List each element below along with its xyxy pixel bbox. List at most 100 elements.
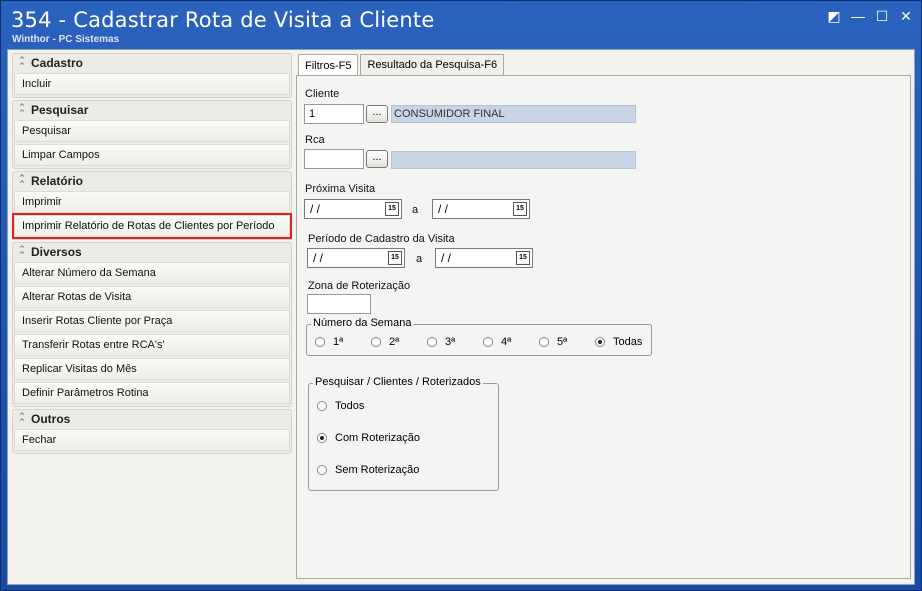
pesquisar-radio-sem-roterizacao[interactable]: Sem Roterização xyxy=(317,464,419,476)
radio-label: Com Roterização xyxy=(335,432,420,444)
radio-label: 3ª xyxy=(445,336,456,348)
restore-icon[interactable]: ◩ xyxy=(827,8,841,24)
title-bar: 354 - Cadastrar Rota de Visita a Cliente… xyxy=(1,1,921,47)
chevron-up-icon[interactable]: ⌃ ⌃ xyxy=(16,412,28,427)
chevron-up-icon[interactable]: ⌃ ⌃ xyxy=(16,174,28,189)
sidebar-item-imprimir[interactable]: Imprimir xyxy=(14,191,290,213)
sidebar-item-inserir-rotas-praca[interactable]: Inserir Rotas Cliente por Praça xyxy=(14,310,290,332)
range-separator: a xyxy=(416,253,423,265)
client-area: ⌃ ⌃ Cadastro Incluir ⌃ ⌃ Pesquisar Pesquisar… xyxy=(7,49,915,585)
semana-radio-1[interactable]: 1ª xyxy=(315,336,343,348)
radio-icon xyxy=(371,337,381,347)
proxima-visita-end-input[interactable]: / / 15 xyxy=(432,199,530,219)
radio-icon xyxy=(315,337,325,347)
window-title: 354 - Cadastrar Rota de Visita a Cliente xyxy=(11,8,435,32)
sidebar-group-header[interactable]: ⌃ ⌃ Outros xyxy=(13,410,291,428)
group-header-label: Outros xyxy=(31,412,71,426)
sidebar-group-header[interactable]: ⌃ ⌃ Pesquisar xyxy=(13,101,291,119)
cliente-name-field: CONSUMIDOR FINAL xyxy=(391,105,636,123)
window-controls: ◩ — ☐ ✕ xyxy=(827,8,913,25)
radio-label: Todas xyxy=(613,336,643,348)
periodo-cadastro-label: Período de Cadastro da Visita xyxy=(308,233,455,245)
window-subtitle: Winthor - PC Sistemas xyxy=(12,34,120,45)
numero-semana-group: Número da Semana 1ª 2ª 3ª 4ª 5ª Todas xyxy=(306,317,652,356)
pesquisar-radio-todos[interactable]: Todos xyxy=(317,400,364,412)
sidebar-group-cadastro: ⌃ ⌃ Cadastro Incluir xyxy=(12,53,292,98)
sidebar-group-header[interactable]: ⌃ ⌃ Cadastro xyxy=(13,54,291,72)
chevron-up-icon[interactable]: ⌃ ⌃ xyxy=(16,245,28,260)
semana-radio-2[interactable]: 2ª xyxy=(371,336,399,348)
sidebar-item-limpar-campos[interactable]: Limpar Campos xyxy=(14,144,290,166)
sidebar-group-diversos: ⌃ ⌃ Diversos Alterar Número da Semana Alte… xyxy=(12,242,292,407)
filters-panel: Cliente 1 ... CONSUMIDOR FINAL Rca ... P… xyxy=(296,75,911,579)
sidebar-item-imprimir-relatorio-rotas[interactable]: Imprimir Relatório de Rotas de Clientes … xyxy=(12,213,292,239)
group-header-label: Diversos xyxy=(31,245,82,259)
radio-icon xyxy=(483,337,493,347)
sidebar-group-pesquisar: ⌃ ⌃ Pesquisar Pesquisar Limpar Campos xyxy=(12,100,292,169)
sidebar-item-replicar-visitas[interactable]: Replicar Visitas do Mês xyxy=(14,358,290,380)
sidebar-item-definir-parametros[interactable]: Definir Parâmetros Rotina xyxy=(14,382,290,404)
radio-icon xyxy=(539,337,549,347)
cliente-label: Cliente xyxy=(305,88,340,100)
sidebar: ⌃ ⌃ Cadastro Incluir ⌃ ⌃ Pesquisar Pesquisar… xyxy=(12,53,292,456)
sidebar-group-relatorio: ⌃ ⌃ Relatório Imprimir Imprimir Relatório … xyxy=(12,171,292,240)
proxima-visita-start-input[interactable]: / / 15 xyxy=(304,199,402,219)
sidebar-item-transferir-rotas[interactable]: Transferir Rotas entre RCA's' xyxy=(14,334,290,356)
radio-label: 1ª xyxy=(333,336,344,348)
rca-code-input[interactable] xyxy=(304,149,364,169)
rca-label: Rca xyxy=(305,134,325,146)
rca-name-field xyxy=(391,151,636,169)
cliente-code-input[interactable]: 1 xyxy=(304,104,364,124)
tab-bar: Filtros-F5 Resultado da Pesquisa-F6 xyxy=(298,54,506,76)
date-text: / / xyxy=(310,202,321,216)
chevron-up-icon[interactable]: ⌃ ⌃ xyxy=(16,56,28,71)
sidebar-item-alterar-numero-semana[interactable]: Alterar Número da Semana xyxy=(14,262,290,284)
zona-roterizacao-label: Zona de Roterização xyxy=(308,280,411,292)
date-text: / / xyxy=(438,202,449,216)
radio-label: Todos xyxy=(335,400,365,412)
zona-roterizacao-input[interactable] xyxy=(307,294,371,314)
group-header-label: Cadastro xyxy=(31,56,84,70)
tab-filtros[interactable]: Filtros-F5 xyxy=(298,54,359,76)
date-text: / / xyxy=(441,251,452,265)
semana-radio-todas[interactable]: Todas xyxy=(595,336,642,348)
calendar-icon[interactable]: 15 xyxy=(388,251,402,265)
tab-resultado-pesquisa[interactable]: Resultado da Pesquisa-F6 xyxy=(360,54,505,75)
sidebar-item-alterar-rotas-visita[interactable]: Alterar Rotas de Visita xyxy=(14,286,290,308)
pesquisar-roterizados-group: Pesquisar / Clientes / Roterizados Todos… xyxy=(308,376,499,491)
calendar-icon[interactable]: 15 xyxy=(513,202,527,216)
calendar-icon[interactable]: 15 xyxy=(385,202,399,216)
proxima-visita-label: Próxima Visita xyxy=(305,183,376,195)
rca-search-button[interactable]: ... xyxy=(366,150,388,168)
calendar-icon[interactable]: 15 xyxy=(516,251,530,265)
semana-radio-3[interactable]: 3ª xyxy=(427,336,455,348)
radio-icon xyxy=(317,465,327,475)
numero-semana-title: Número da Semana xyxy=(311,317,414,329)
maximize-icon[interactable]: ☐ xyxy=(875,8,889,24)
sidebar-group-header[interactable]: ⌃ ⌃ Relatório xyxy=(13,172,291,190)
semana-radio-4[interactable]: 4ª xyxy=(483,336,511,348)
sidebar-item-incluir[interactable]: Incluir xyxy=(14,73,290,95)
sidebar-item-fechar[interactable]: Fechar xyxy=(14,429,290,451)
chevron-up-icon[interactable]: ⌃ ⌃ xyxy=(16,103,28,118)
close-icon[interactable]: ✕ xyxy=(899,8,913,24)
minimize-icon[interactable]: — xyxy=(851,8,865,24)
radio-icon xyxy=(427,337,437,347)
sidebar-group-header[interactable]: ⌃ ⌃ Diversos xyxy=(13,243,291,261)
pesquisar-radio-com-roterizacao[interactable]: Com Roterização xyxy=(317,432,420,444)
pesquisar-roterizados-title: Pesquisar / Clientes / Roterizados xyxy=(313,376,483,388)
sidebar-item-pesquisar[interactable]: Pesquisar xyxy=(14,120,290,142)
group-header-label: Relatório xyxy=(31,174,84,188)
app-window: 354 - Cadastrar Rota de Visita a Cliente… xyxy=(0,0,922,591)
radio-label: 4ª xyxy=(501,336,512,348)
group-header-label: Pesquisar xyxy=(31,103,89,117)
periodo-cadastro-end-input[interactable]: / / 15 xyxy=(435,248,533,268)
radio-label: Sem Roterização xyxy=(335,464,420,476)
cliente-search-button[interactable]: ... xyxy=(366,105,388,123)
periodo-cadastro-start-input[interactable]: / / 15 xyxy=(307,248,405,268)
radio-label: 2ª xyxy=(389,336,400,348)
semana-radio-5[interactable]: 5ª xyxy=(539,336,567,348)
sidebar-group-outros: ⌃ ⌃ Outros Fechar xyxy=(12,409,292,454)
radio-icon xyxy=(317,401,327,411)
radio-selected-icon xyxy=(595,337,605,347)
